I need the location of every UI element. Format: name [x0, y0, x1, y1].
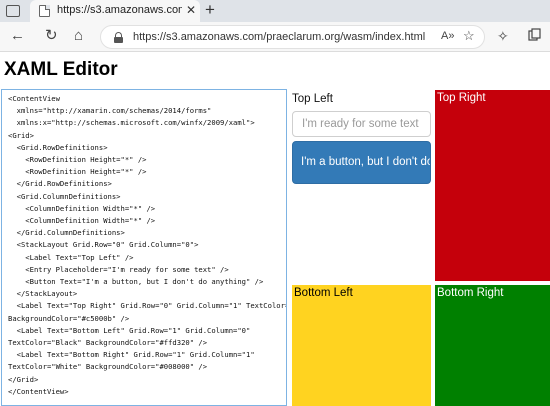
code-line: <ColumnDefinition Width="*" />: [8, 203, 156, 213]
code-line: <ContentView: [8, 94, 60, 103]
code-line: <Button Text="I'm a button, but I don't …: [8, 277, 264, 286]
favorites-icon[interactable]: ☆: [463, 28, 475, 44]
code-line: <Entry Placeholder="I'm ready for some t…: [8, 264, 229, 274]
entry-placeholder: I'm ready for some text: [302, 118, 419, 130]
code-line: </ContentView>: [8, 386, 69, 396]
page-icon: [39, 5, 50, 17]
button-label: I'm a button, but I don't do anything: [301, 156, 430, 168]
extensions-icon[interactable]: ✧: [497, 28, 509, 44]
browser-toolbar: ← ↻ ⌂ https://s3.amazonaws.com/praeclaru…: [0, 22, 550, 52]
address-bar[interactable]: https://s3.amazonaws.com/praeclarum.org/…: [100, 25, 485, 49]
tab-strip: https://s3.amazonaws.com/praeclarum/wasm…: [0, 0, 550, 22]
code-line: </Grid>: [8, 374, 39, 384]
code-line: </Grid.RowDefinitions>: [8, 179, 112, 189]
code-line: <Grid.ColumnDefinitions>: [8, 191, 121, 201]
bottom-right-label: Bottom Right: [437, 287, 504, 299]
tab-title: https://s3.amazonaws.com/praeclarum/wasm…: [57, 4, 182, 16]
code-line: TextColor="White" BackgroundColor="#0080…: [8, 362, 208, 372]
text-entry[interactable]: I'm ready for some text: [292, 111, 431, 137]
back-icon[interactable]: ←: [10, 28, 25, 44]
bottom-left-panel: Bottom Left: [292, 285, 431, 406]
top-right-label: Top Right: [437, 92, 486, 104]
top-left-label: Top Left: [292, 93, 333, 105]
read-aloud-icon[interactable]: A»: [441, 30, 454, 42]
code-line: <Label Text="Top Left" />: [8, 252, 134, 262]
page-title: XAML Editor: [4, 59, 118, 80]
code-line: <Label Text="Top Right" Grid.Row="0" Gri…: [16, 301, 286, 311]
code-line: <StackLayout Grid.Row="0" Grid.Column="0…: [8, 240, 199, 250]
url-text[interactable]: https://s3.amazonaws.com/praeclarum.org/…: [133, 31, 425, 43]
code-line: <Grid>: [8, 130, 34, 140]
code-line: BackgroundColor="#c5000b" />: [8, 313, 130, 323]
code-line: </Grid.ColumnDefinitions>: [8, 228, 125, 238]
tab-actions-icon[interactable]: [6, 5, 20, 17]
code-line: xmlns:x="http://schemas.microsoft.com/wi…: [8, 118, 255, 128]
home-icon[interactable]: ⌂: [74, 28, 83, 44]
code-line: <Grid.RowDefinitions>: [8, 142, 108, 152]
bottom-left-label: Bottom Left: [294, 287, 353, 299]
code-line: <ColumnDefinition Width="*" />: [8, 216, 156, 225]
code-line: xmlns="http://xamarin.com/schemas/2014/f…: [8, 106, 212, 116]
do-nothing-button[interactable]: I'm a button, but I don't do anything: [292, 141, 431, 184]
xaml-editor[interactable]: <ContentView xmlns="http://xamarin.com/s…: [1, 89, 287, 406]
lock-icon[interactable]: [114, 32, 123, 43]
code-line: <RowDefinition Height="*" />: [8, 167, 147, 177]
refresh-icon[interactable]: ↻: [45, 28, 58, 44]
close-tab-icon[interactable]: ✕: [186, 3, 196, 17]
code-line: <RowDefinition Height="*" />: [8, 155, 147, 164]
collections-icon[interactable]: [528, 28, 541, 45]
top-right-panel: Top Right: [435, 90, 550, 281]
code-line: </StackLayout>: [8, 289, 78, 299]
browser-tab[interactable]: https://s3.amazonaws.com/praeclarum/wasm…: [30, 0, 200, 22]
bottom-right-panel: Bottom Right: [435, 285, 550, 406]
code-line: <Label Text="Bottom Left" Grid.Row="1" G…: [8, 325, 251, 335]
code-line: TextColor="Black" BackgroundColor="#ffd3…: [8, 338, 208, 347]
new-tab-icon[interactable]: +: [205, 1, 215, 19]
code-line: <Label Text="Bottom Right" Grid.Row="1" …: [8, 350, 255, 360]
